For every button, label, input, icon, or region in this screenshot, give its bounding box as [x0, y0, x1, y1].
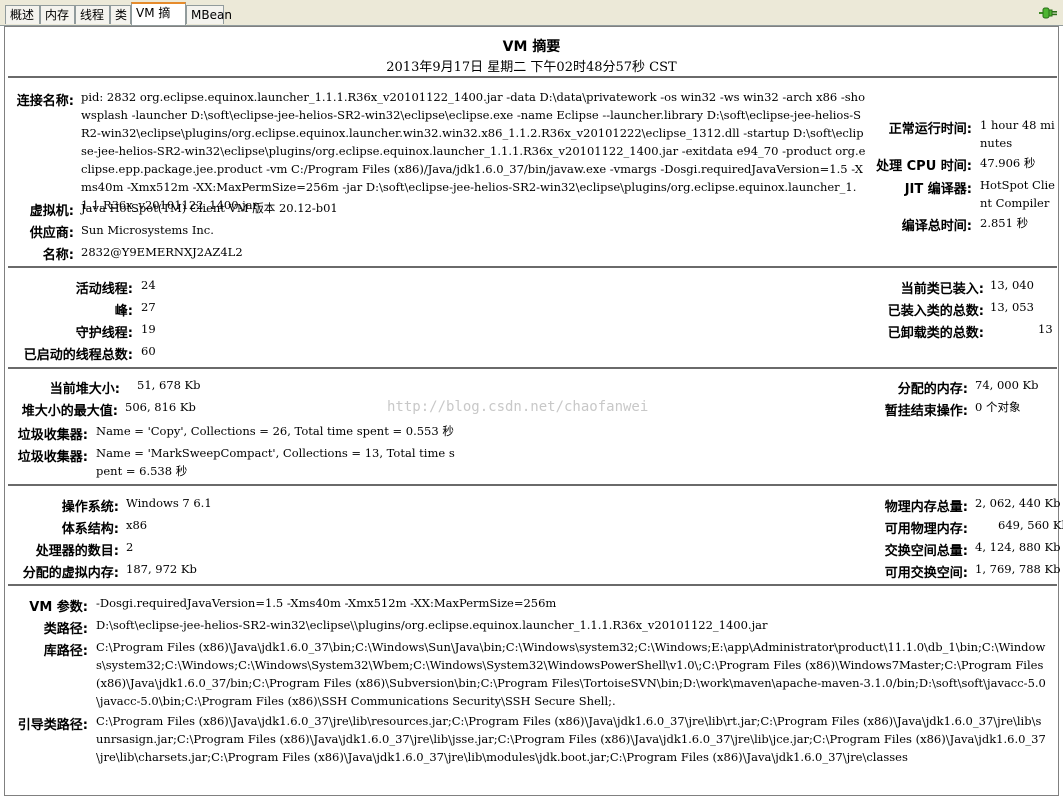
boot-classpath-label: 引导类路径:	[17, 718, 88, 733]
os-value: Windows 7 6.1	[126, 496, 212, 510]
divider	[8, 367, 1057, 369]
divider	[8, 484, 1057, 486]
live-threads-value: 24	[141, 278, 156, 292]
pending-finalization-value: 0 个对象	[975, 400, 1021, 414]
jit-compiler-label: JIT 编译器:	[904, 182, 972, 197]
physical-memory-free-label: 可用物理内存:	[884, 522, 968, 537]
tab-classes[interactable]: 类	[110, 5, 131, 24]
gc-marksweep-value: Name = 'MarkSweepCompact', Collections =…	[96, 446, 455, 478]
unloaded-classes-value: 13	[1038, 322, 1053, 336]
vendor-label: 供应商:	[29, 226, 74, 241]
uptime-label: 正常运行时间:	[888, 122, 972, 137]
committed-memory-label: 分配的内存:	[897, 382, 968, 397]
processors-label: 处理器的数目:	[35, 544, 119, 559]
timestamp: 2013年9月17日 星期二 下午02时48分57秒 CST	[386, 60, 677, 75]
vendor-value: Sun Microsystems Inc.	[81, 223, 214, 237]
divider	[8, 266, 1057, 268]
connection-name-value: pid: 2832 org.eclipse.equinox.launcher_1…	[81, 90, 866, 212]
heap-size-label: 当前堆大小:	[49, 382, 120, 397]
pending-finalization-label: 暂挂结束操作:	[884, 404, 968, 419]
divider	[8, 584, 1057, 586]
unloaded-classes-label: 已卸载类的总数:	[887, 326, 984, 341]
connection-plug-icon	[1039, 7, 1057, 19]
boot-classpath-value: C:\Program Files (x86)\Java\jdk1.6.0_37\…	[96, 714, 1046, 764]
gc-marksweep-label: 垃圾收集器:	[17, 450, 88, 465]
loaded-classes-value: 13, 040	[990, 278, 1034, 292]
swap-free-label: 可用交换空间:	[884, 566, 968, 581]
tab-mbeans[interactable]: MBean	[186, 5, 232, 24]
total-threads-value: 60	[141, 344, 156, 358]
classpath-label: 类路径:	[43, 622, 88, 637]
physical-memory-free-value: 649, 560 Kb	[998, 518, 1063, 532]
virtual-memory-value: 187, 972 Kb	[126, 562, 197, 576]
physical-memory-total-label: 物理内存总量:	[884, 500, 968, 515]
vm-args-value: -Dosgi.requiredJavaVersion=1.5 -Xms40m -…	[96, 596, 557, 610]
vm-value: Java HotSpot(TM) Client VM 版本 20.12-b01	[81, 201, 338, 215]
tab-bar: 概述 内存 线程 类 VM 摘要 MBean	[0, 0, 1063, 39]
tab-vm-summary[interactable]: VM 摘要	[131, 2, 186, 39]
uptime-value: 1 hour 48 minutes	[980, 118, 1055, 150]
swap-free-value: 1, 769, 788 Kb	[975, 562, 1061, 576]
page-title: VM 摘要	[502, 39, 561, 55]
library-path-label: 库路径:	[43, 644, 88, 659]
architecture-label: 体系结构:	[61, 522, 119, 537]
cpu-time-value: 47.906 秒	[980, 156, 1036, 170]
heap-size-value: 51, 678 Kb	[137, 378, 201, 392]
architecture-value: x86	[126, 518, 148, 532]
vm-args-label: VM 参数:	[29, 600, 88, 615]
watermark-text: http://blog.csdn.net/chaofanwei	[387, 399, 649, 415]
daemon-threads-value: 19	[141, 322, 156, 336]
tab-overview[interactable]: 概述	[5, 5, 40, 24]
committed-memory-value: 74, 000 Kb	[975, 378, 1039, 392]
total-loaded-classes-value: 13, 053	[990, 300, 1034, 314]
name-label: 名称:	[42, 248, 74, 263]
tab-threads[interactable]: 线程	[75, 5, 110, 24]
daemon-threads-label: 守护线程:	[75, 326, 133, 341]
peak-threads-value: 27	[141, 300, 156, 314]
total-threads-label: 已启动的线程总数:	[23, 348, 133, 363]
cpu-time-label: 处理 CPU 时间:	[876, 159, 972, 174]
tab-memory[interactable]: 内存	[40, 5, 75, 24]
peak-threads-label: 峰:	[114, 304, 133, 319]
virtual-memory-label: 分配的虚拟内存:	[22, 566, 119, 581]
swap-total-label: 交换空间总量:	[884, 544, 968, 559]
gc-copy-label: 垃圾收集器:	[17, 428, 88, 443]
live-threads-label: 活动线程:	[75, 282, 133, 297]
classpath-value: D:\soft\eclipse-jee-helios-SR2-win32\ecl…	[96, 618, 768, 632]
physical-memory-total-value: 2, 062, 440 Kb	[975, 496, 1061, 510]
compile-time-value: 2.851 秒	[980, 216, 1029, 230]
divider	[8, 76, 1057, 78]
vm-label: 虚拟机:	[29, 204, 74, 219]
loaded-classes-label: 当前类已装入:	[900, 282, 984, 297]
library-path-value: C:\Program Files (x86)\Java\jdk1.6.0_37\…	[96, 640, 1046, 708]
jit-compiler-value: HotSpot Client Compiler	[980, 178, 1055, 210]
name-value: 2832@Y9EMERNXJ2AZ4L2	[81, 245, 243, 259]
max-heap-label: 堆大小的最大值:	[21, 404, 118, 419]
gc-copy-value: Name = 'Copy', Collections = 26, Total t…	[96, 424, 454, 438]
connection-name-label: 连接名称:	[16, 94, 74, 109]
compile-time-label: 编译总时间:	[901, 219, 972, 234]
os-label: 操作系统:	[61, 500, 119, 515]
processors-value: 2	[126, 540, 134, 554]
total-loaded-classes-label: 已装入类的总数:	[887, 304, 984, 319]
swap-total-value: 4, 124, 880 Kb	[975, 540, 1061, 554]
max-heap-value: 506, 816 Kb	[125, 400, 196, 414]
